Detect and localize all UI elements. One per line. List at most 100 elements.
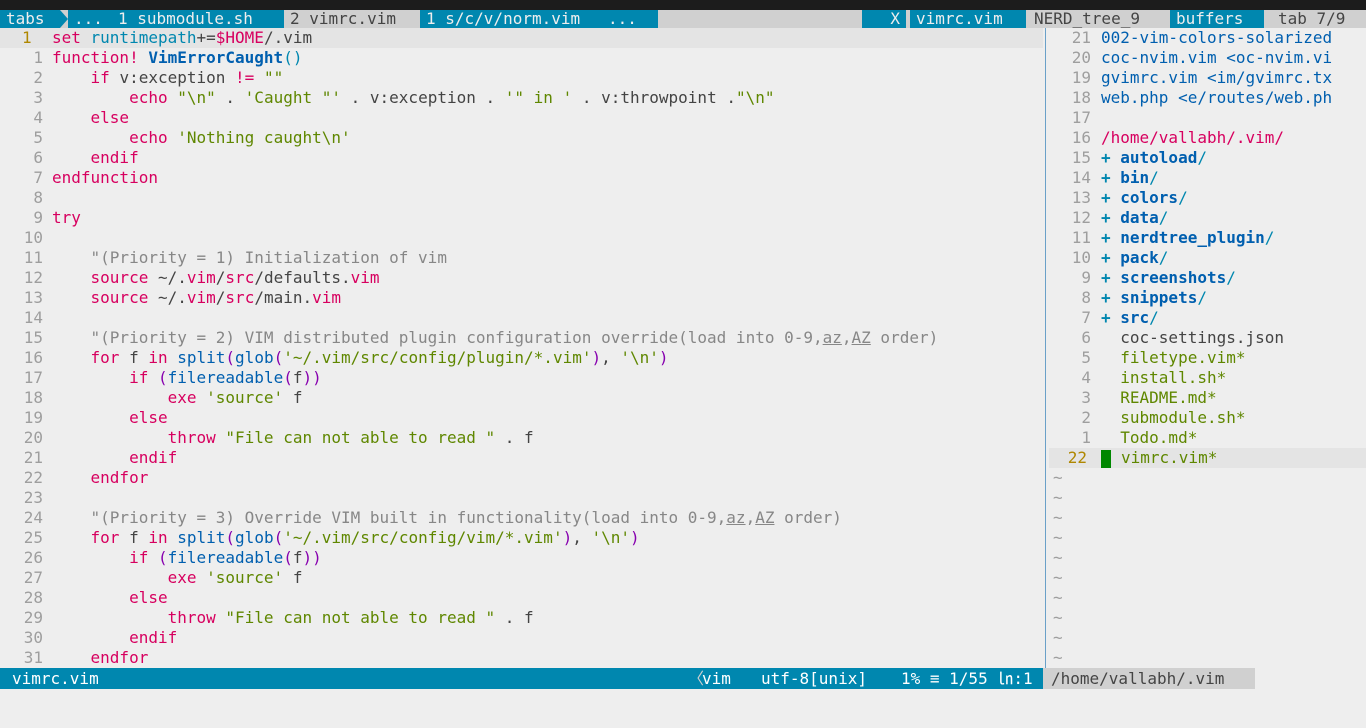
bookmark-entry[interactable]: coc-nvim.vim <oc-nvim.vi: [1101, 48, 1332, 67]
tab-ellipsis-right[interactable]: ...: [602, 10, 658, 28]
empty-line: ~: [1049, 528, 1366, 548]
nerdtree-row[interactable]: 6 coc-settings.json: [1049, 328, 1366, 348]
code-line[interactable]: 21 endif: [0, 448, 1043, 468]
code-line[interactable]: 29 throw "File can not able to read " . …: [0, 608, 1043, 628]
nerdtree-row[interactable]: 3 README.md*: [1049, 388, 1366, 408]
directory-name[interactable]: snippets: [1120, 288, 1197, 307]
code-line[interactable]: 27 exe 'source' f: [0, 568, 1043, 588]
code-line[interactable]: 1 function! VimErrorCaught(): [0, 48, 1043, 68]
file-name[interactable]: install.sh*: [1120, 368, 1226, 387]
directory-name[interactable]: bin: [1120, 168, 1149, 187]
code-line[interactable]: 23: [0, 488, 1043, 508]
nerdtree-pane[interactable]: 21 002-vim-colors-solarized 20 coc-nvim.vim…: [1049, 28, 1366, 668]
nerdtree-row[interactable]: 20 coc-nvim.vim <oc-nvim.vi: [1049, 48, 1366, 68]
bookmark-entry[interactable]: web.php <e/routes/web.ph: [1101, 88, 1332, 107]
expand-icon[interactable]: +: [1101, 228, 1120, 247]
editor-pane[interactable]: 1 set runtimepath+=$HOME/.vim 1 function! V…: [0, 28, 1043, 668]
nerdtree-row[interactable]: 15 + autoload/: [1049, 148, 1366, 168]
code-line[interactable]: 5 echo 'Nothing caught\n': [0, 128, 1043, 148]
code-line[interactable]: 10: [0, 228, 1043, 248]
directory-name[interactable]: pack: [1120, 248, 1159, 267]
nerdtree-row[interactable]: 22 vimrc.vim*: [1049, 448, 1366, 468]
code-line[interactable]: 24 "(Priority = 3) Override VIM built in…: [0, 508, 1043, 528]
code-line[interactable]: 22 endfor: [0, 468, 1043, 488]
buffer-vimrc[interactable]: vimrc.vim: [910, 10, 1026, 28]
bookmark-entry[interactable]: gvimrc.vim <im/gvimrc.tx: [1101, 68, 1332, 87]
directory-name[interactable]: colors: [1120, 188, 1178, 207]
file-name[interactable]: filetype.vim*: [1120, 348, 1245, 367]
code-line[interactable]: 6 endif: [0, 148, 1043, 168]
tab-submodule[interactable]: 1 submodule.sh: [112, 10, 284, 28]
expand-icon[interactable]: +: [1101, 308, 1120, 327]
nerdtree-row[interactable]: 18 web.php <e/routes/web.ph: [1049, 88, 1366, 108]
nerdtree-row[interactable]: 13 + colors/: [1049, 188, 1366, 208]
code-line[interactable]: 17 if (filereadable(f)): [0, 368, 1043, 388]
code-line[interactable]: 19 else: [0, 408, 1043, 428]
expand-icon[interactable]: +: [1101, 248, 1120, 267]
directory-name[interactable]: data: [1120, 208, 1159, 227]
nerdtree-row[interactable]: 1 Todo.md*: [1049, 428, 1366, 448]
code-line[interactable]: 1 set runtimepath+=$HOME/.vim: [0, 28, 1043, 48]
nerdtree-row[interactable]: 2 submodule.sh*: [1049, 408, 1366, 428]
code-line[interactable]: 3 echo "\n" . 'Caught "' . v:exception .…: [0, 88, 1043, 108]
code-line[interactable]: 9 try: [0, 208, 1043, 228]
file-name[interactable]: coc-settings.json: [1120, 328, 1284, 347]
file-name[interactable]: submodule.sh*: [1120, 408, 1245, 427]
directory-name[interactable]: autoload: [1120, 148, 1197, 167]
code-line[interactable]: 30 endif: [0, 628, 1043, 648]
code-line[interactable]: 26 if (filereadable(f)): [0, 548, 1043, 568]
nerdtree-row[interactable]: 8 + snippets/: [1049, 288, 1366, 308]
code-line[interactable]: 2 if v:exception != "": [0, 68, 1043, 88]
code-line[interactable]: 4 else: [0, 108, 1043, 128]
nerdtree-row[interactable]: 9 + screenshots/: [1049, 268, 1366, 288]
code-line[interactable]: 20 throw "File can not able to read " . …: [0, 428, 1043, 448]
tab-ellipsis-left[interactable]: ...: [68, 10, 114, 28]
expand-icon[interactable]: +: [1101, 148, 1120, 167]
nerdtree-row[interactable]: 17: [1049, 108, 1366, 128]
expand-icon[interactable]: +: [1101, 168, 1120, 187]
nerdtree-row[interactable]: 7 + src/: [1049, 308, 1366, 328]
code-token: if: [90, 68, 120, 87]
expand-icon[interactable]: +: [1101, 288, 1120, 307]
file-name[interactable]: Todo.md*: [1120, 428, 1197, 447]
code-line[interactable]: 16 for f in split(glob('~/.vim/src/confi…: [0, 348, 1043, 368]
code-line[interactable]: 8: [0, 188, 1043, 208]
nerdtree-row[interactable]: 14 + bin/: [1049, 168, 1366, 188]
nerdtree-row[interactable]: 5 filetype.vim*: [1049, 348, 1366, 368]
code-line[interactable]: 25 for f in split(glob('~/.vim/src/confi…: [0, 528, 1043, 548]
expand-icon[interactable]: +: [1101, 188, 1120, 207]
nerdtree-row[interactable]: 16/home/vallabh/.vim/: [1049, 128, 1366, 148]
directory-name[interactable]: nerdtree_plugin: [1120, 228, 1265, 247]
nerdtree-row[interactable]: 21 002-vim-colors-solarized: [1049, 28, 1366, 48]
file-name[interactable]: vimrc.vim*: [1121, 448, 1217, 467]
code-line[interactable]: 14: [0, 308, 1043, 328]
tab-vimrc-active[interactable]: 2 vimrc.vim: [284, 10, 410, 28]
file-name[interactable]: README.md*: [1120, 388, 1216, 407]
nerdtree-row[interactable]: 12 + data/: [1049, 208, 1366, 228]
directory-name[interactable]: screenshots: [1120, 268, 1226, 287]
nerdtree-row[interactable]: 11 + nerdtree_plugin/: [1049, 228, 1366, 248]
tilde-marker: ~: [1053, 488, 1063, 507]
close-tab-button[interactable]: X: [862, 10, 906, 28]
code-line[interactable]: 11 "(Priority = 1) Initialization of vim: [0, 248, 1043, 268]
code-line[interactable]: 31 endfor: [0, 648, 1043, 668]
nerdtree-row[interactable]: 19 gvimrc.vim <im/gvimrc.tx: [1049, 68, 1366, 88]
expand-icon[interactable]: +: [1101, 208, 1120, 227]
empty-line: ~: [1049, 568, 1366, 588]
code-line[interactable]: 28 else: [0, 588, 1043, 608]
tab-norm[interactable]: 1 s/c/v/norm.vim: [420, 10, 612, 28]
expand-icon[interactable]: +: [1101, 268, 1120, 287]
directory-name[interactable]: src: [1120, 308, 1149, 327]
buffer-nerdtree[interactable]: NERD_tree_9: [1028, 10, 1164, 28]
code-line[interactable]: 7 endfunction: [0, 168, 1043, 188]
command-line[interactable]: [0, 689, 1366, 728]
bookmark-entry[interactable]: 002-vim-colors-solarized: [1101, 28, 1332, 47]
code-line[interactable]: 15 "(Priority = 2) VIM distributed plugi…: [0, 328, 1043, 348]
nerdtree-row[interactable]: 4 install.sh*: [1049, 368, 1366, 388]
code-line[interactable]: 18 exe 'source' f: [0, 388, 1043, 408]
code-line[interactable]: 12 source ~/.vim/src/defaults.vim: [0, 268, 1043, 288]
line-number: 18: [23, 388, 43, 407]
code-line[interactable]: 13 source ~/.vim/src/main.vim: [0, 288, 1043, 308]
nerdtree-row[interactable]: 10 + pack/: [1049, 248, 1366, 268]
